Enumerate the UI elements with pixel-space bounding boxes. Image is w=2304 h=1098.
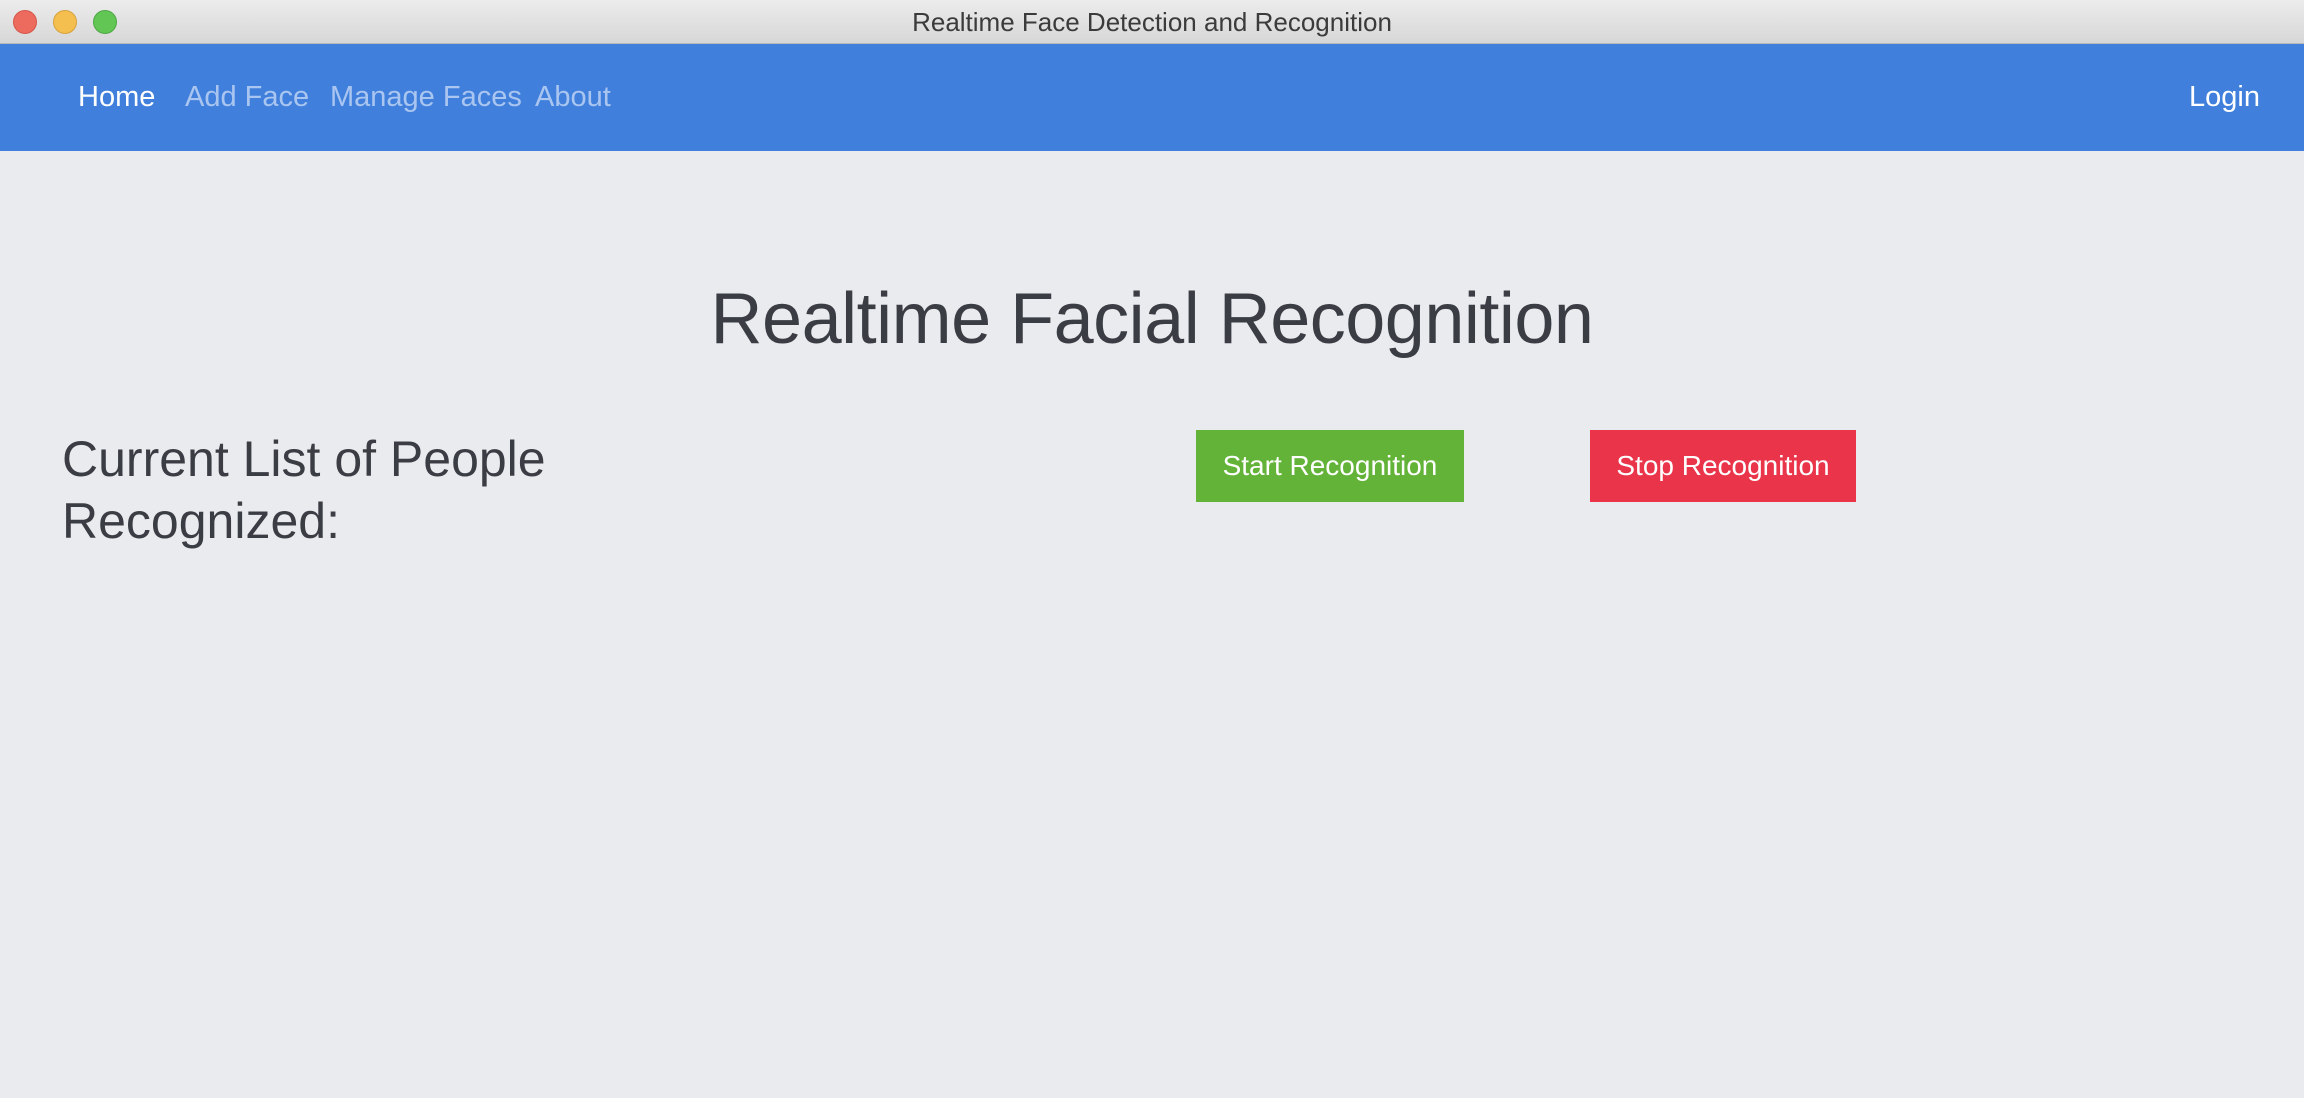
stop-recognition-button[interactable]: Stop Recognition [1590,430,1856,502]
app-window: Realtime Face Detection and Recognition … [0,0,2304,1098]
start-recognition-button[interactable]: Start Recognition [1196,430,1464,502]
recognized-people-list [62,560,1062,570]
navbar: Home Add Face Manage Faces About Login [0,44,2304,151]
nav-item-add-face[interactable]: Add Face [185,44,309,151]
window-titlebar: Realtime Face Detection and Recognition [0,0,2304,44]
page-title: Realtime Facial Recognition [710,279,1594,359]
login-link[interactable]: Login [2189,44,2260,151]
nav-item-about[interactable]: About [535,44,611,151]
nav-item-manage-faces[interactable]: Manage Faces [330,44,522,151]
people-list-heading: Current List of People Recognized: [62,431,546,549]
window-title: Realtime Face Detection and Recognition [912,7,1392,37]
nav-item-home[interactable]: Home [78,44,155,151]
